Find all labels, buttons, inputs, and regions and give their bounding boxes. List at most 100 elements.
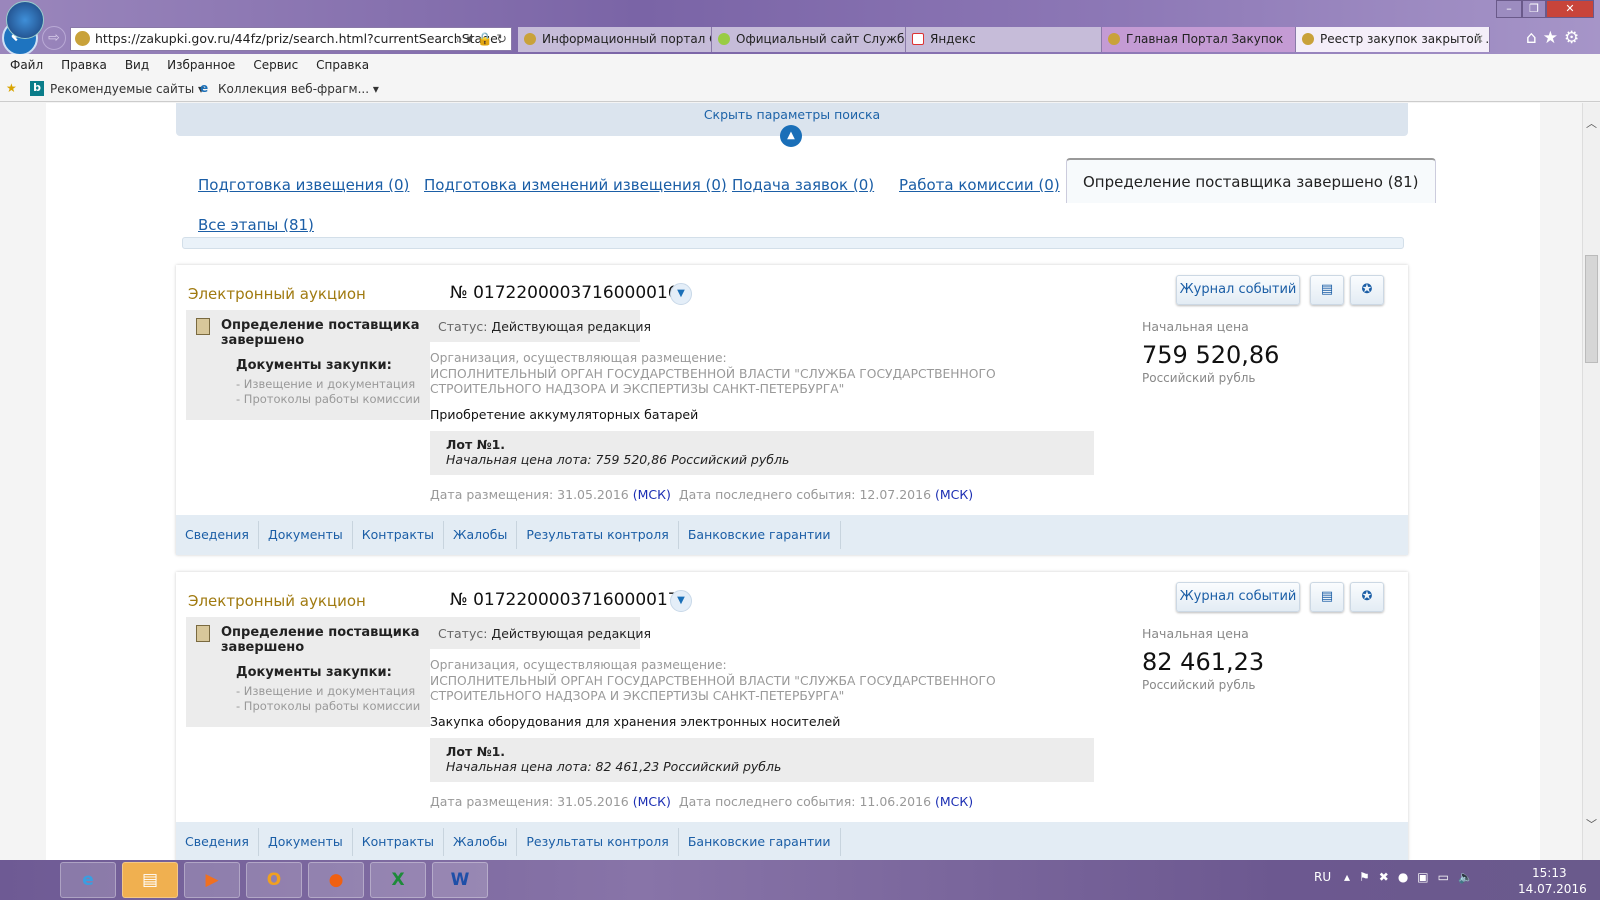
- close-tab-icon[interactable]: ✕: [1474, 27, 1484, 52]
- procurement-number-link[interactable]: № 0172200003716000017: [450, 590, 679, 610]
- hide-search-link[interactable]: Скрыть параметры поиска: [704, 107, 880, 122]
- status-badge: Статус: Действующая редакция: [430, 310, 651, 342]
- bing-icon: b: [30, 81, 44, 96]
- award-icon[interactable]: ✪: [1350, 275, 1384, 305]
- status-badge: Статус: Действующая редакция: [430, 617, 651, 649]
- chevron-down-icon[interactable]: ▼: [670, 283, 692, 305]
- tab-notice-prep[interactable]: Подготовка извещения (0): [198, 165, 409, 205]
- status-value: Действующая редакция: [491, 319, 651, 334]
- posted-date: Дата размещения: 31.05.2016: [430, 794, 629, 809]
- restore-button[interactable]: ❐: [1522, 0, 1546, 18]
- close-window-button[interactable]: ✕: [1546, 0, 1594, 18]
- initial-price: 82 461,23: [1142, 648, 1265, 676]
- tab-supplier-determined[interactable]: Определение поставщика завершено (81): [1066, 158, 1436, 203]
- scrollbar-thumb[interactable]: [1585, 255, 1598, 363]
- award-icon[interactable]: ✪: [1350, 582, 1384, 612]
- taskbar-word-icon[interactable]: W: [432, 862, 488, 898]
- card-tab[interactable]: Сведения: [176, 828, 259, 856]
- tab-commission[interactable]: Работа комиссии (0): [899, 165, 1060, 205]
- taskbar-excel-icon[interactable]: X: [370, 862, 426, 898]
- site-emblem-icon: [75, 31, 90, 46]
- card-tab[interactable]: Контракты: [353, 828, 445, 856]
- clock-date[interactable]: 14.07.2016: [1518, 882, 1587, 896]
- browser-tab[interactable]: Главная Портал Закупок: [1102, 27, 1296, 52]
- timezone-link[interactable]: (МСК): [633, 487, 671, 502]
- menu-edit[interactable]: Правка: [51, 54, 115, 72]
- web-slice-gallery-link[interactable]: Коллекция веб-фрагм... ▾: [218, 82, 379, 96]
- tab-label: Официальный сайт Службы...: [736, 32, 905, 46]
- card-tab[interactable]: Результаты контроля: [517, 828, 679, 856]
- tray-icons[interactable]: ▴⚑✖●▣▭🔈: [1344, 870, 1482, 884]
- doc-protocols-link[interactable]: - Протоколы работы комиссии: [236, 392, 420, 406]
- chevron-down-icon[interactable]: ▼: [670, 590, 692, 612]
- initial-price: 759 520,86: [1142, 341, 1280, 369]
- tab-label: Яндекс: [930, 32, 976, 46]
- card-tab[interactable]: Жалобы: [444, 521, 518, 549]
- card-tab[interactable]: Результаты контроля: [517, 521, 679, 549]
- vertical-scrollbar[interactable]: ︿ ﹀: [1582, 103, 1600, 860]
- browser-tab[interactable]: Яндекс: [906, 27, 1102, 52]
- collapse-arrow-icon[interactable]: ▲: [780, 125, 802, 147]
- org-label: Организация, осуществляющая размещение:: [430, 658, 727, 672]
- taskbar-outlook-icon[interactable]: O: [246, 862, 302, 898]
- minimize-button[interactable]: –: [1496, 0, 1522, 18]
- clock-time[interactable]: 15:13: [1532, 866, 1567, 880]
- doc-notice-link[interactable]: - Извещение и документация: [236, 684, 415, 698]
- menu-help[interactable]: Справка: [306, 54, 377, 72]
- status-key: Статус:: [438, 319, 488, 334]
- card-tab[interactable]: Банковские гарантии: [679, 521, 841, 549]
- lot-price: Начальная цена лота: 759 520,86 Российск…: [446, 452, 790, 467]
- taskbar-explorer-icon[interactable]: ▤: [122, 862, 178, 898]
- taskbar-firefox-icon[interactable]: ●: [308, 862, 364, 898]
- card-tab[interactable]: Сведения: [176, 521, 259, 549]
- language-indicator[interactable]: RU: [1314, 870, 1331, 884]
- address-bar[interactable]: https://zakupki.gov.ru/44fz/priz/search.…: [70, 27, 512, 51]
- menu-favorites[interactable]: Избранное: [157, 54, 243, 72]
- tab-applications[interactable]: Подача заявок (0): [732, 165, 874, 205]
- procurement-number-link[interactable]: № 0172200003716000016: [450, 283, 679, 303]
- print-icon[interactable]: ▤: [1310, 582, 1344, 612]
- card-tab[interactable]: Банковские гарантии: [679, 828, 841, 856]
- status-value: Действующая редакция: [491, 626, 651, 641]
- event-log-button[interactable]: Журнал событий: [1176, 582, 1300, 612]
- doc-notice-link[interactable]: - Извещение и документация: [236, 377, 415, 391]
- menu-bar: Файл Правка Вид Избранное Сервис Справка: [0, 54, 1600, 78]
- card-tab[interactable]: Контракты: [353, 521, 445, 549]
- url-text: https://zakupki.gov.ru/44fz/priz/search.…: [95, 31, 503, 46]
- card-tab[interactable]: Документы: [259, 521, 353, 549]
- currency: Российский рубль: [1142, 371, 1256, 385]
- browser-tab[interactable]: Официальный сайт Службы...: [712, 27, 906, 52]
- clipboard-icon: [196, 318, 210, 335]
- taskbar-media-player-icon[interactable]: ▶: [184, 862, 240, 898]
- print-icon[interactable]: ▤: [1310, 275, 1344, 305]
- procurement-object: Закупка оборудования для хранения электр…: [430, 714, 841, 729]
- menu-view[interactable]: Вид: [115, 54, 157, 72]
- clipboard-icon: [196, 625, 210, 642]
- address-tools-icons[interactable]: ⌕ ▾ 🔒 ↻: [456, 28, 507, 50]
- forward-button[interactable]: ⇨: [42, 26, 66, 50]
- favorites-star-icon[interactable]: ★: [6, 81, 17, 95]
- doc-protocols-link[interactable]: - Протоколы работы комиссии: [236, 699, 420, 713]
- menu-tools[interactable]: Сервис: [243, 54, 306, 72]
- timezone-link[interactable]: (МСК): [935, 487, 973, 502]
- timezone-link[interactable]: (МСК): [633, 794, 671, 809]
- favicon-icon: [524, 33, 536, 45]
- status-key: Статус:: [438, 626, 488, 641]
- home-favorites-settings-icons[interactable]: ⌂★⚙: [1526, 28, 1585, 48]
- last-event-date: Дата последнего события: 11.06.2016: [678, 794, 932, 809]
- timezone-link[interactable]: (МСК): [935, 794, 973, 809]
- tab-changes-prep[interactable]: Подготовка изменений извещения (0): [424, 165, 727, 205]
- procurement-type: Электронный аукцион: [188, 592, 366, 610]
- browser-tab[interactable]: Информационный портал С...: [518, 27, 712, 52]
- organization: Организация, осуществляющая размещение: И…: [430, 351, 1110, 398]
- start-button[interactable]: [6, 1, 44, 39]
- page-content: Скрыть параметры поиска ▲ Подготовка изв…: [46, 103, 1540, 860]
- card-tab[interactable]: Документы: [259, 828, 353, 856]
- event-log-button[interactable]: Журнал событий: [1176, 275, 1300, 305]
- browser-tab-active[interactable]: Реестр закупок закрытой ... ✕: [1296, 27, 1490, 52]
- taskbar-ie-icon[interactable]: e: [60, 862, 116, 898]
- tab-label: Информационный портал С...: [542, 32, 712, 46]
- menu-file[interactable]: Файл: [0, 54, 51, 72]
- suggested-sites-link[interactable]: Рекомендуемые сайты ▾: [50, 82, 204, 96]
- card-tab[interactable]: Жалобы: [444, 828, 518, 856]
